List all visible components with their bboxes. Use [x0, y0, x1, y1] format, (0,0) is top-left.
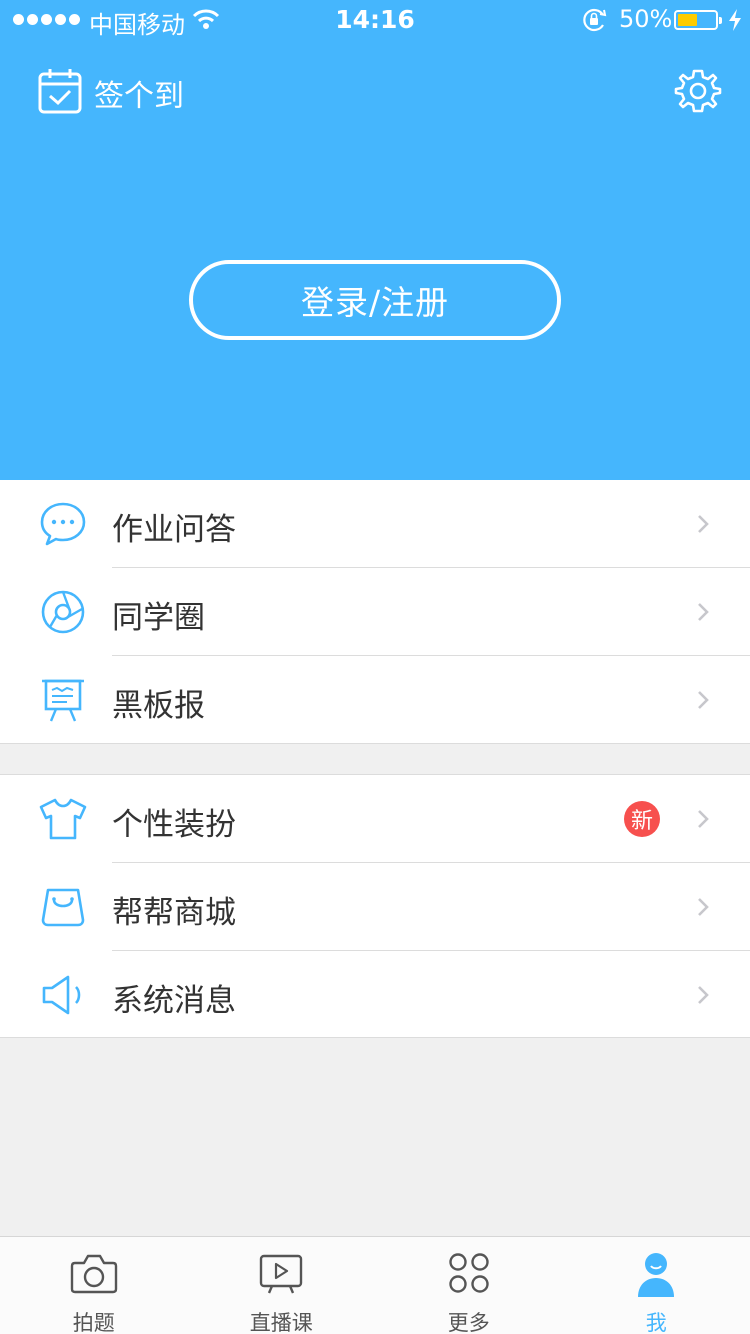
menu-group-primary: 作业问答 同学圈 黑板报	[0, 480, 750, 744]
charging-bolt-icon	[728, 9, 742, 37]
checkin-label: 签个到	[94, 79, 184, 114]
battery-percent: 50%	[619, 5, 673, 33]
checkin-button[interactable]: 签个到	[38, 68, 184, 118]
menu-item-label: 个性装扮	[112, 807, 236, 843]
chat-bubble-icon	[38, 500, 88, 548]
camera-icon	[70, 1251, 118, 1299]
gear-icon[interactable]	[674, 67, 722, 119]
chevron-right-icon	[696, 689, 710, 715]
blackboard-icon	[38, 676, 88, 724]
menu-item-label: 同学圈	[112, 600, 205, 636]
menu-item-bangbang-mall[interactable]: 帮帮商城	[0, 863, 750, 951]
chevron-right-icon	[696, 896, 710, 922]
menu-item-label: 帮帮商城	[112, 895, 236, 931]
menu-item-personal-style[interactable]: 个性装扮 新	[0, 775, 750, 863]
battery-icon	[674, 10, 722, 30]
chevron-right-icon	[696, 984, 710, 1010]
tab-me[interactable]: 我	[563, 1237, 750, 1334]
profile-header: 中国移动 14:16 50% 签个到 登录/注册	[0, 0, 750, 480]
tab-label: 更多	[447, 1311, 490, 1334]
tab-more[interactable]: 更多	[375, 1237, 563, 1334]
shopping-bag-icon	[38, 883, 88, 931]
login-register-button[interactable]: 登录/注册	[189, 260, 561, 340]
tshirt-icon	[38, 795, 88, 843]
user-icon	[634, 1251, 678, 1301]
new-badge: 新	[624, 801, 660, 837]
menu-item-blackboard[interactable]: 黑板报	[0, 656, 750, 744]
menu-item-homework-qa[interactable]: 作业问答	[0, 480, 750, 568]
menu-item-label: 作业问答	[112, 512, 236, 548]
speaker-icon	[38, 971, 88, 1019]
calendar-check-icon	[38, 68, 82, 118]
live-play-icon	[258, 1251, 304, 1299]
menu-item-label: 黑板报	[112, 688, 205, 724]
menu-item-system-messages[interactable]: 系统消息	[0, 951, 750, 1039]
chevron-right-icon	[696, 601, 710, 627]
menu-item-classmates-circle[interactable]: 同学圈	[0, 568, 750, 656]
status-bar: 中国移动 14:16 50%	[0, 0, 750, 40]
tab-live-class[interactable]: 直播课	[188, 1237, 376, 1334]
menu-item-label: 系统消息	[112, 983, 236, 1019]
chevron-right-icon	[696, 808, 710, 834]
tab-label: 直播课	[249, 1311, 313, 1334]
tab-photo-question[interactable]: 拍题	[0, 1237, 188, 1334]
chevron-right-icon	[696, 513, 710, 539]
bottom-tab-bar: 拍题 直播课 更多 我	[0, 1236, 750, 1334]
rotation-lock-icon	[582, 8, 608, 38]
tab-label: 我	[645, 1311, 667, 1334]
menu-group-secondary: 个性装扮 新 帮帮商城 系统消息	[0, 774, 750, 1038]
aperture-icon	[38, 588, 88, 636]
grid-circles-icon	[447, 1251, 491, 1299]
tab-label: 拍题	[72, 1311, 115, 1334]
